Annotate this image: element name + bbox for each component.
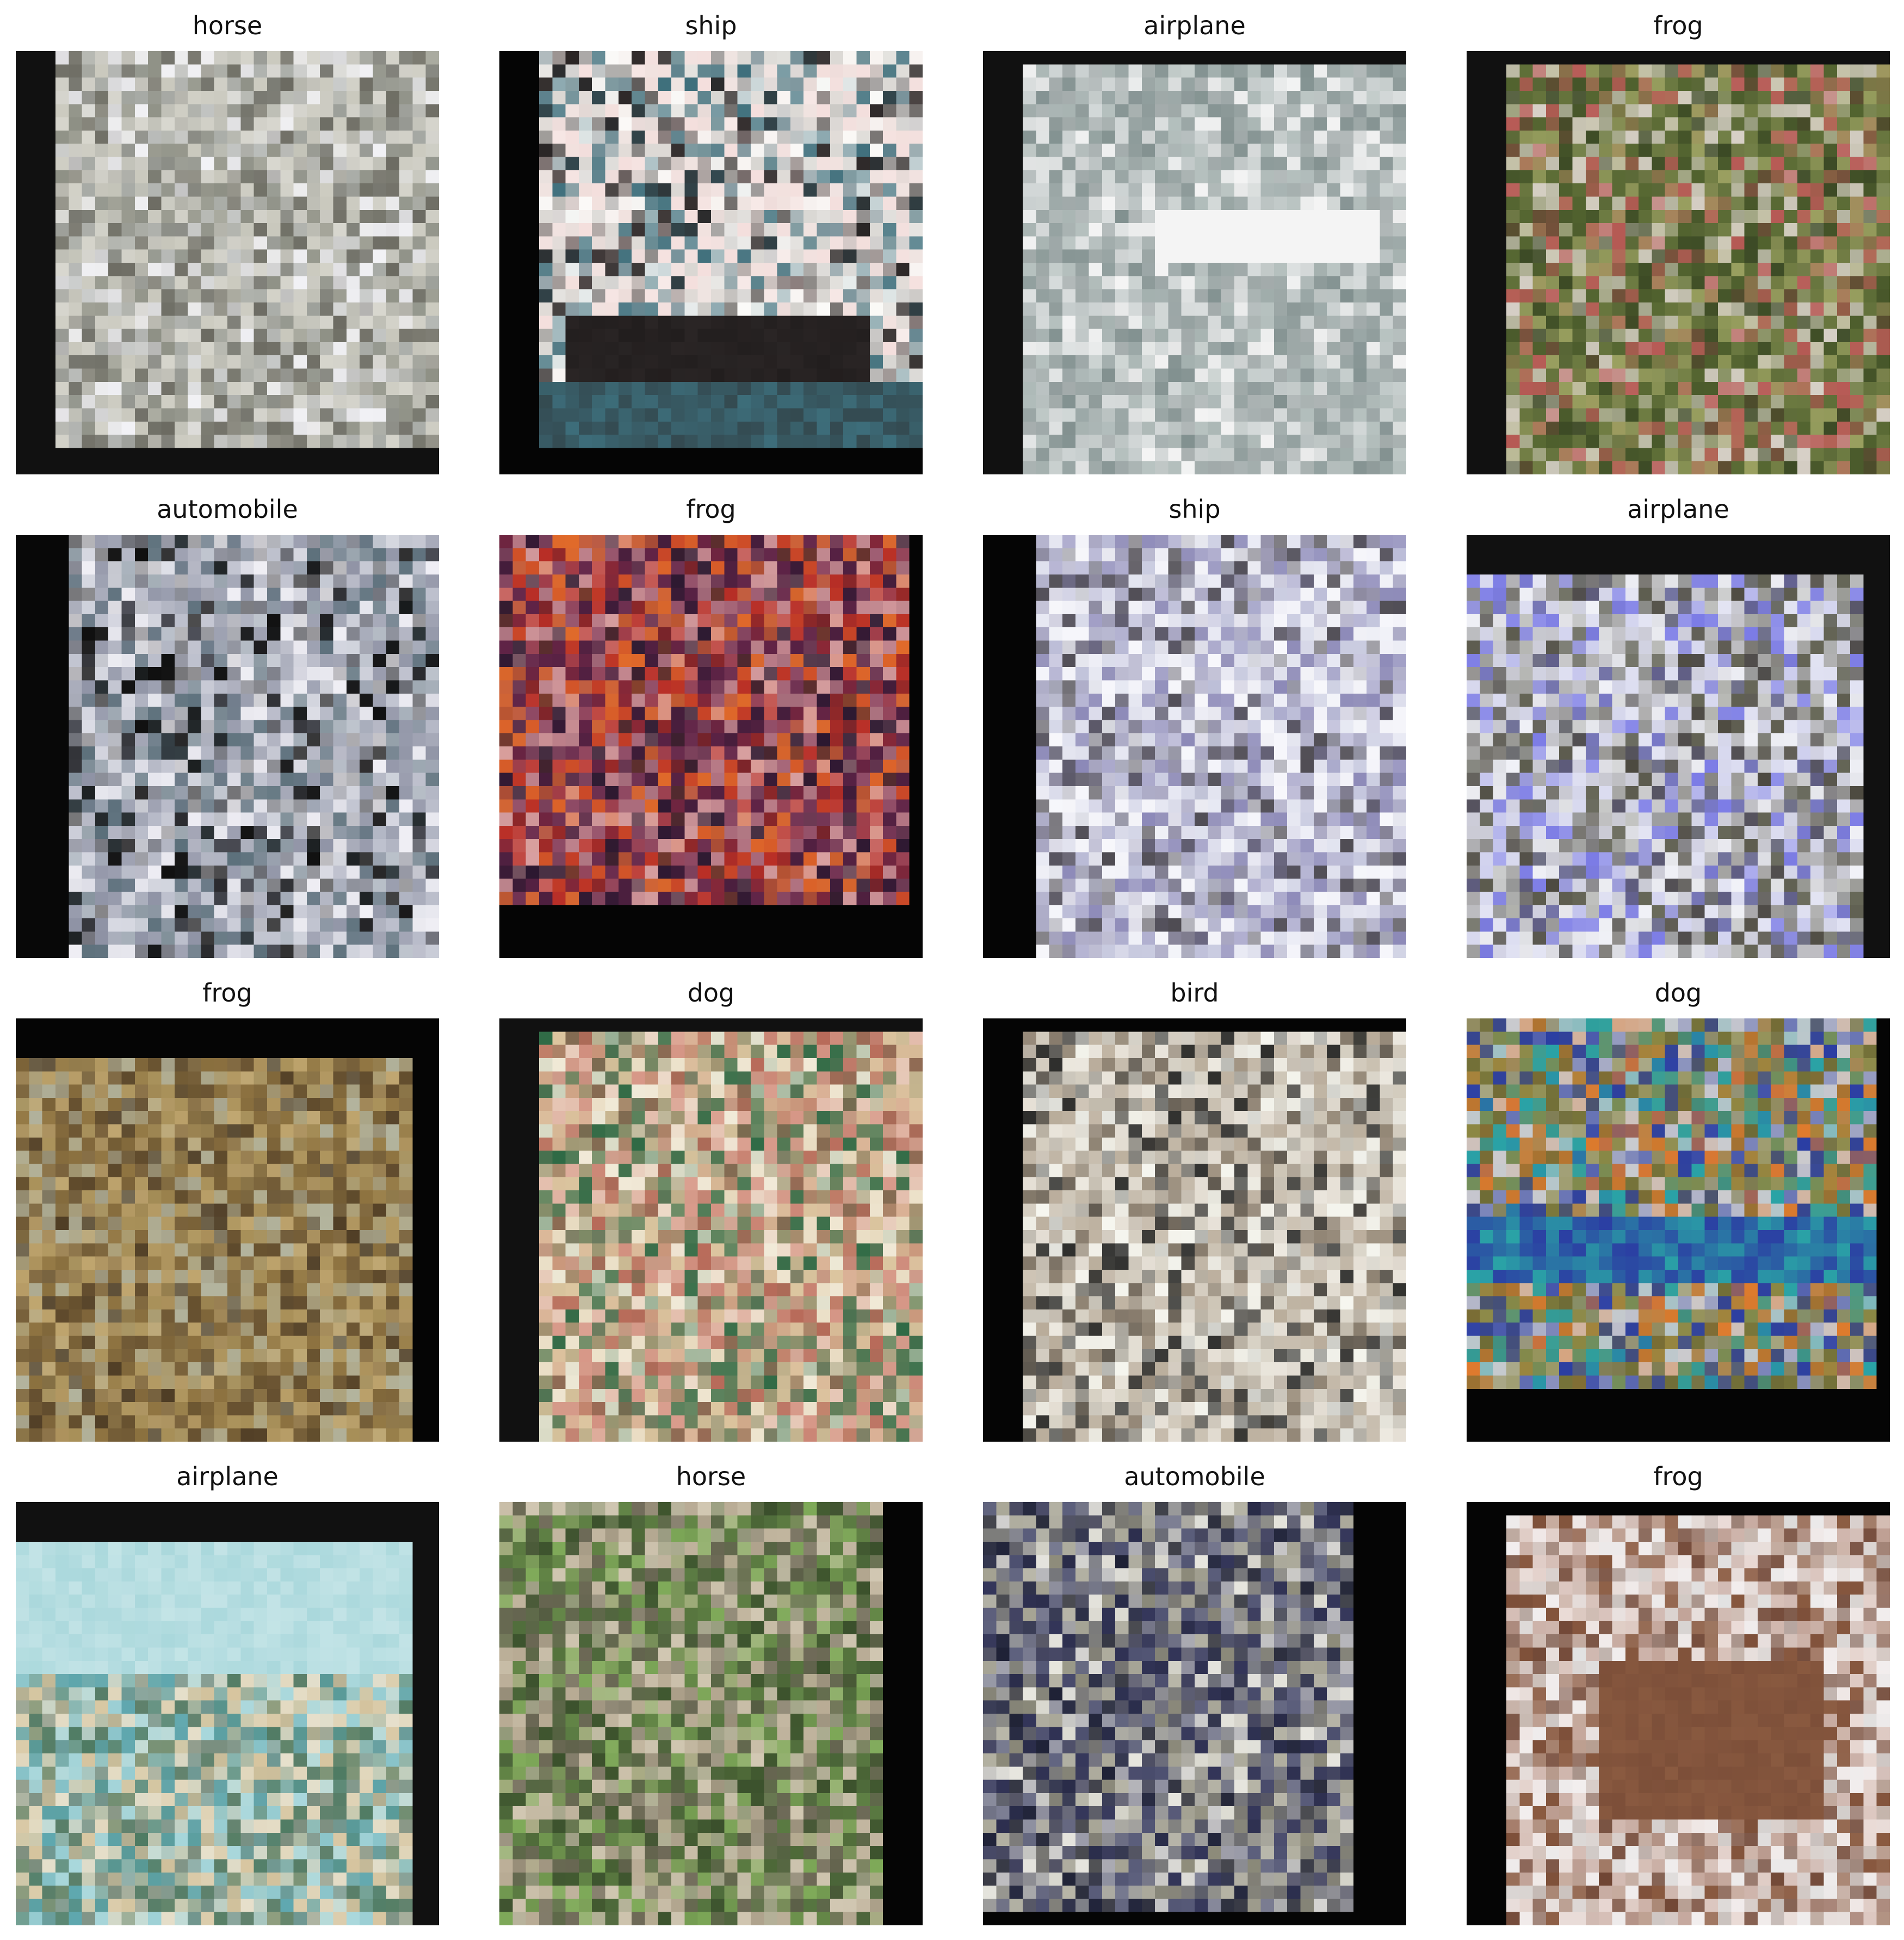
grid-item-2: ship [499,0,923,483]
grid-item-14: horse [499,1451,923,1934]
grid-item-title: airplane [1143,11,1246,40]
grid-item-10: dog [499,967,923,1450]
sample-image [16,1502,439,1925]
sample-image [499,1018,923,1442]
grid-item-7: ship [983,484,1406,967]
sample-image [983,535,1406,958]
grid-item-5: automobile [16,484,439,967]
grid-item-title: ship [685,11,737,40]
sample-image [1467,1018,1890,1442]
grid-item-11: bird [983,967,1406,1450]
sample-image [983,1502,1406,1925]
grid-item-title: dog [687,978,735,1008]
grid-item-title: frog [1653,1462,1703,1491]
image-grid: horse ship airplane frog automobile frog… [0,0,1904,1940]
grid-item-9: frog [16,967,439,1450]
sample-image [499,535,923,958]
grid-item-title: dog [1654,978,1702,1008]
sample-image [983,51,1406,474]
sample-image [16,51,439,474]
grid-item-title: frog [202,978,252,1008]
grid-item-12: dog [1467,967,1890,1450]
grid-item-4: frog [1467,0,1890,483]
sample-image [1467,535,1890,958]
grid-item-title: horse [192,11,263,40]
grid-item-title: frog [686,495,736,524]
grid-item-1: horse [16,0,439,483]
grid-item-title: automobile [157,495,298,524]
grid-item-title: automobile [1124,1462,1265,1491]
sample-image [1467,51,1890,474]
grid-item-8: airplane [1467,484,1890,967]
grid-item-15: automobile [983,1451,1406,1934]
sample-image [983,1018,1406,1442]
sample-image [1467,1502,1890,1925]
sample-image [499,51,923,474]
grid-item-title: bird [1170,978,1219,1008]
grid-item-title: airplane [176,1462,279,1491]
grid-item-16: frog [1467,1451,1890,1934]
grid-item-title: horse [676,1462,746,1491]
sample-image [16,1018,439,1442]
grid-item-title: airplane [1627,495,1729,524]
grid-item-3: airplane [983,0,1406,483]
sample-image [499,1502,923,1925]
grid-item-6: frog [499,484,923,967]
grid-item-title: ship [1169,495,1221,524]
grid-item-title: frog [1653,11,1703,40]
grid-item-13: airplane [16,1451,439,1934]
sample-image [16,535,439,958]
